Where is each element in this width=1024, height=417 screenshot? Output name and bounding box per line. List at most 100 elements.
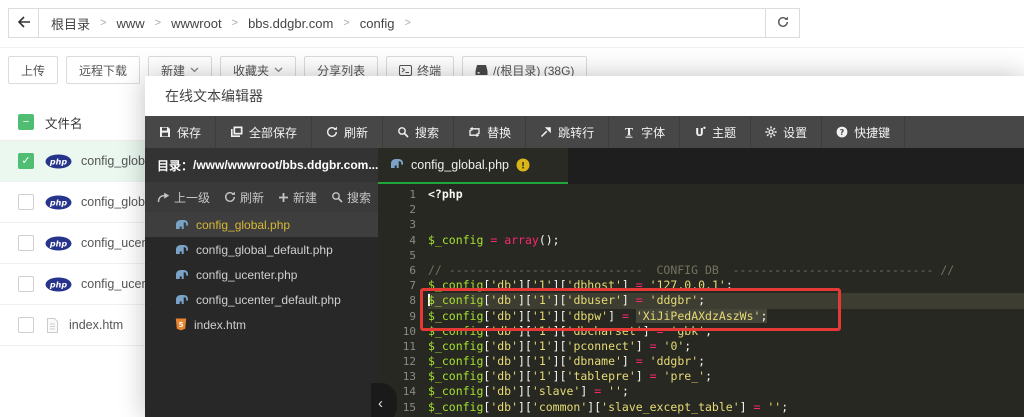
editor-toolbar-button[interactable]: 替换 [454, 116, 527, 148]
code-line[interactable]: 15 $_config['db']['common']['slave_except… [378, 400, 1024, 415]
breadcrumb: 根目录 > www > wwwroot > bbs.ddgbr.com > config > [39, 9, 765, 37]
tree-item-label: config_ucenter_default.php [196, 292, 341, 307]
code-token: ; [781, 399, 789, 414]
code-token: '' [767, 399, 782, 414]
code-token: ][ [518, 293, 532, 308]
code-token: 'db' [490, 323, 519, 338]
code-line[interactable]: 12 $_config['db']['1']['dbname'] = 'ddgbr… [378, 354, 1024, 369]
code-line[interactable]: 8 $_config['db']['1']['dbuser'] = 'ddgbr'… [378, 293, 1024, 309]
row-checkbox[interactable] [18, 194, 34, 210]
terminal-icon [399, 64, 413, 76]
code-line[interactable]: 14 $_config['db']['slave'] = ''; [378, 384, 1024, 399]
breadcrumb-separator: > [100, 17, 107, 29]
replace-icon [468, 126, 481, 138]
up-level-icon [157, 192, 170, 203]
action-button[interactable]: 远程下载 [66, 56, 141, 84]
code-token: 'db' [490, 308, 519, 323]
code-line[interactable]: 13 $_config['db']['1']['tablepre'] = 'pre… [378, 369, 1024, 384]
php-file-icon [175, 244, 189, 255]
editor-toolbar-button[interactable]: 跳转行 [526, 116, 610, 148]
code-line[interactable]: 7 $_config['db']['1']['dbhost'] = '127.0.… [378, 278, 1024, 293]
code-text: $_config['db']['1']['dbname'] = 'ddgbr'; [428, 354, 1024, 369]
code-line[interactable]: 11 $_config['db']['1']['pconnect'] = '0'; [378, 339, 1024, 354]
editor-toolbar-button[interactable]: 全部保存 [216, 116, 313, 148]
code-token: $_config [428, 293, 484, 308]
breadcrumb-item[interactable]: config [360, 16, 395, 31]
breadcrumb-item[interactable]: www [116, 16, 144, 31]
line-number: 7 [409, 279, 416, 293]
editor-toolbar-button[interactable]: 刷新 [312, 116, 384, 148]
code-token: ; [684, 338, 692, 353]
code-line[interactable]: 10 $_config['db']['1']['dbcharset'] = 'gb… [378, 324, 1024, 339]
code-token: ][ [552, 293, 567, 308]
tree-item[interactable]: 5 index.htm [145, 312, 378, 337]
code-line[interactable]: 6 // ---------------------------- CONFIG … [378, 263, 1024, 278]
code-line[interactable]: 1 <?php [378, 187, 1024, 202]
tree-toolbar-label: 上一级 [174, 190, 211, 205]
doc-icon [45, 317, 60, 334]
editor-toolbar-button[interactable]: U 主题 [680, 116, 752, 148]
row-checkbox[interactable] [18, 276, 34, 292]
select-all-checkbox[interactable]: − [18, 114, 34, 130]
tree-item[interactable]: config_ucenter_default.php [145, 287, 378, 312]
line-number: 3 [409, 218, 416, 232]
row-checkbox[interactable]: ✓ [18, 153, 34, 169]
line-number: 12 [402, 355, 416, 369]
gear-icon [765, 126, 777, 138]
code-token: = [649, 369, 657, 384]
editor-panel: config_global.php ! 1 <?php 2 3 4 $_config = … [378, 148, 1024, 417]
code-line[interactable]: 4 $_config = array(); [378, 233, 1024, 248]
code-token: ] [621, 293, 636, 308]
code-token: ] [642, 323, 657, 338]
code-text: $_config['db']['common']['slave_except_t… [428, 400, 1024, 415]
code-token: array [504, 232, 539, 247]
code-token: 'db' [490, 399, 519, 414]
code-token: ] [635, 369, 650, 384]
editor-toolbar-button[interactable]: T 字体 [609, 116, 681, 148]
code-line[interactable]: 9 $_config['db']['1']['dbpw'] = 'XiJiPedA… [378, 308, 1024, 324]
svg-text:?: ? [840, 128, 845, 137]
code-text: $_config['db']['1']['pconnect'] = '0'; [428, 339, 1024, 354]
editor-tab[interactable]: config_global.php ! [378, 148, 568, 184]
svg-text:php: php [49, 198, 67, 207]
code-token: 'slave' [531, 384, 581, 399]
tree-item[interactable]: config_ucenter.php [145, 262, 378, 287]
editor-toolbar-button[interactable]: 保存 [145, 116, 217, 148]
code-token: $_config [428, 369, 484, 384]
tree-item[interactable]: config_global_default.php [145, 237, 378, 262]
code-area[interactable]: 1 <?php 2 3 4 $_config = array(); 5 6 // -------… [378, 184, 1024, 417]
code-line[interactable]: 2 [378, 202, 1024, 217]
code-token: = [635, 278, 643, 293]
editor-toolbar-button[interactable]: 设置 [751, 116, 823, 148]
tree-toolbar-button[interactable]: 新建 [278, 189, 317, 206]
tree-toolbar-button[interactable]: 刷新 [224, 189, 264, 206]
row-checkbox[interactable] [18, 235, 34, 251]
collapse-tree-handle[interactable]: ‹ [371, 383, 397, 417]
tree-item[interactable]: config_global.php [145, 212, 378, 237]
tree-toolbar-button[interactable]: 上一级 [157, 189, 210, 206]
breadcrumb-item[interactable]: 根目录 [51, 14, 90, 33]
refresh-button[interactable] [765, 9, 799, 37]
tree-item-label: index.htm [194, 317, 247, 332]
action-button-label: 远程下载 [79, 63, 128, 78]
action-button[interactable]: 上传 [8, 56, 59, 84]
code-token: ][ [518, 369, 532, 384]
code-line[interactable]: 5 [378, 248, 1024, 263]
modal-title: 在线文本编辑器 [165, 88, 263, 104]
caret-down-icon [190, 67, 199, 73]
breadcrumb-item[interactable]: bbs.ddgbr.com [248, 16, 333, 31]
code-text: $_config['db']['slave'] = ''; [428, 384, 1024, 399]
breadcrumb-item[interactable]: wwwroot [171, 16, 222, 31]
code-line[interactable]: 3 [378, 217, 1024, 232]
dir-label: 目录： [157, 158, 194, 173]
tree-toolbar-button[interactable]: 搜索 [331, 189, 371, 206]
editor-toolbar-button[interactable]: ? 快捷键 [822, 116, 906, 148]
row-checkbox[interactable] [18, 317, 34, 333]
back-button[interactable] [9, 9, 39, 37]
code-token: ][ [552, 323, 567, 338]
editor-toolbar-button[interactable]: 搜索 [383, 116, 455, 148]
